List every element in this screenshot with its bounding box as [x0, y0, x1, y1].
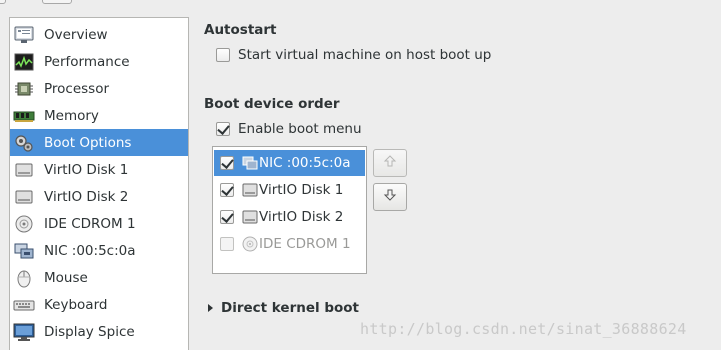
sidebar-item-label: VirtIO Disk 2 [44, 189, 129, 205]
boot-device-checkbox[interactable] [220, 210, 234, 224]
enable-boot-menu-checkbox[interactable] [216, 122, 230, 136]
move-down-button[interactable] [373, 183, 407, 211]
sidebar-item-label: VirtIO Disk 1 [44, 162, 129, 178]
boot-device-row-virtio-disk-1[interactable]: VirtIO Disk 1 [214, 177, 365, 203]
enable-boot-menu-row[interactable]: Enable boot menu [216, 120, 362, 138]
sidebar-item-processor[interactable]: Processor [10, 75, 188, 102]
sidebar-item-ide-cdrom-1[interactable]: IDE CDROM 1 [10, 210, 188, 237]
boot-device-label: IDE CDROM 1 [259, 236, 351, 252]
sidebar-item-label: Boot Options [44, 135, 132, 151]
network-card-icon [242, 155, 258, 171]
sidebar-item-label: Overview [44, 27, 108, 43]
expander-triangle-icon [208, 304, 213, 312]
autostart-checkbox-label[interactable]: Start virtual machine on host boot up [238, 47, 491, 63]
hard-disk-icon [242, 182, 258, 198]
boot-device-row-ide-cdrom-1[interactable]: IDE CDROM 1 [214, 231, 365, 257]
boot-order-title: Boot device order [204, 96, 340, 112]
boot-device-label: VirtIO Disk 1 [259, 182, 344, 198]
boot-device-label: NIC :00:5c:0a [259, 155, 351, 171]
arrow-up-icon [383, 154, 397, 172]
boot-device-label: VirtIO Disk 2 [259, 209, 344, 225]
direct-kernel-boot-label: Direct kernel boot [221, 300, 359, 316]
top-button-stub-right[interactable] [42, 0, 72, 4]
performance-graph-icon [13, 52, 35, 72]
gears-icon [13, 133, 35, 153]
sidebar-item-virtio-disk-1[interactable]: VirtIO Disk 1 [10, 156, 188, 183]
sidebar-item-label: Mouse [44, 270, 88, 286]
sidebar-item-display-spice[interactable]: Display Spice [10, 318, 188, 345]
sidebar-item-performance[interactable]: Performance [10, 48, 188, 75]
keyboard-icon [13, 295, 35, 315]
processor-chip-icon [13, 79, 35, 99]
sidebar-item-label: Performance [44, 54, 130, 70]
cdrom-icon [242, 236, 258, 252]
boot-device-checkbox[interactable] [220, 183, 234, 197]
memory-module-icon [13, 106, 35, 126]
info-icon [13, 25, 35, 45]
enable-boot-menu-label[interactable]: Enable boot menu [238, 121, 362, 137]
display-monitor-icon [13, 322, 35, 342]
sidebar-item-memory[interactable]: Memory [10, 102, 188, 129]
sidebar-item-nic[interactable]: NIC :00:5c:0a [10, 237, 188, 264]
boot-device-list: NIC :00:5c:0a VirtIO Disk 1 VirtIO Disk … [212, 146, 367, 274]
cdrom-icon [13, 214, 35, 234]
sidebar-item-label: Keyboard [44, 297, 108, 313]
mouse-icon [13, 268, 35, 288]
top-button-stub-left[interactable] [0, 0, 6, 4]
direct-kernel-boot-expander[interactable]: Direct kernel boot [208, 300, 359, 316]
boot-device-row-virtio-disk-2[interactable]: VirtIO Disk 2 [214, 204, 365, 230]
autostart-title: Autostart [204, 22, 277, 38]
boot-device-row-nic[interactable]: NIC :00:5c:0a [214, 150, 365, 176]
arrow-down-icon [383, 188, 397, 206]
sidebar-item-label: Display Spice [44, 324, 135, 340]
sidebar-item-label: IDE CDROM 1 [44, 216, 136, 232]
sidebar-item-label: Memory [44, 108, 99, 124]
hard-disk-icon [242, 209, 258, 225]
autostart-checkbox-row[interactable]: Start virtual machine on host boot up [216, 46, 491, 64]
sidebar-item-boot-options[interactable]: Boot Options [10, 129, 188, 156]
watermark-text: http://blog.csdn.net/sinat_36888624 [360, 320, 687, 338]
sidebar-item-label: NIC :00:5c:0a [44, 243, 136, 259]
sidebar-item-overview[interactable]: Overview [10, 21, 188, 48]
sidebar-item-mouse[interactable]: Mouse [10, 264, 188, 291]
autostart-checkbox[interactable] [216, 48, 230, 62]
boot-device-checkbox[interactable] [220, 156, 234, 170]
sidebar-item-label: Processor [44, 81, 110, 97]
hard-disk-icon [13, 187, 35, 207]
boot-device-checkbox[interactable] [220, 237, 234, 251]
network-card-icon [13, 241, 35, 261]
sidebar-item-keyboard[interactable]: Keyboard [10, 291, 188, 318]
sidebar-item-virtio-disk-2[interactable]: VirtIO Disk 2 [10, 183, 188, 210]
move-up-button[interactable] [373, 149, 407, 177]
hard-disk-icon [13, 160, 35, 180]
hardware-sidebar: Overview Performance Processor Memory Bo… [9, 17, 189, 350]
